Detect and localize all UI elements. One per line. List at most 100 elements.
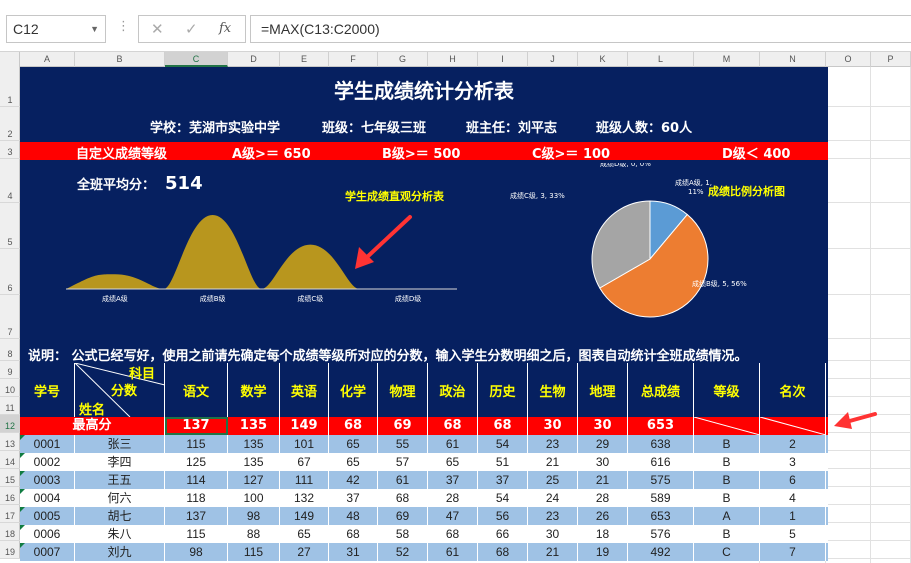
score-cell[interactable]: 65 — [329, 453, 378, 471]
score-cell[interactable]: 54 — [478, 435, 528, 453]
grade-c-threshold[interactable]: C级>＝ 100 — [532, 143, 610, 162]
rank-cell[interactable]: 1 — [760, 507, 826, 525]
select-all-corner[interactable] — [0, 52, 20, 67]
score-cell[interactable]: 67 — [280, 453, 329, 471]
row-header-16[interactable]: 16 — [0, 487, 20, 505]
score-cell[interactable]: 57 — [378, 453, 428, 471]
student-name-cell[interactable]: 朱八 — [75, 525, 165, 543]
score-cell[interactable]: 65 — [428, 453, 478, 471]
score-cell[interactable]: 21 — [528, 453, 578, 471]
row-header-15[interactable]: 15 — [0, 469, 20, 487]
score-cell[interactable]: 25 — [528, 471, 578, 489]
score-cell[interactable]: 27 — [280, 543, 329, 561]
score-cell[interactable]: 37 — [428, 471, 478, 489]
row-header-6[interactable]: 6 — [0, 249, 20, 295]
rank-cell[interactable]: 2 — [760, 435, 826, 453]
insert-function-icon[interactable]: fx — [219, 21, 231, 36]
score-cell[interactable]: 26 — [578, 507, 628, 525]
max-score-cell[interactable]: 30 — [578, 417, 628, 435]
score-cell[interactable]: 30 — [528, 525, 578, 543]
score-cell[interactable]: 19 — [578, 543, 628, 561]
score-cell[interactable]: 68 — [378, 489, 428, 507]
score-cell[interactable]: 101 — [280, 435, 329, 453]
header-subject-2[interactable]: 英语 — [280, 363, 329, 417]
score-cell[interactable]: 54 — [478, 489, 528, 507]
score-cell[interactable]: 111 — [280, 471, 329, 489]
row-header-13[interactable]: 13 — [0, 433, 20, 451]
column-header-i[interactable]: I — [478, 52, 528, 67]
column-header-g[interactable]: G — [378, 52, 428, 67]
header-student-id[interactable]: 学号 — [20, 363, 75, 417]
total-cell[interactable]: 616 — [628, 453, 694, 471]
student-id-cell[interactable]: 0006 — [20, 525, 75, 543]
column-header-c[interactable]: C — [165, 52, 228, 67]
student-id-cell[interactable]: 0002 — [20, 453, 75, 471]
row-header-14[interactable]: 14 — [0, 451, 20, 469]
header-subject-7[interactable]: 生物 — [528, 363, 578, 417]
max-score-cell[interactable]: 68 — [329, 417, 378, 435]
row-header-11[interactable]: 11 — [0, 397, 20, 415]
grade-cell[interactable]: C — [694, 543, 760, 561]
score-cell[interactable]: 137 — [165, 507, 228, 525]
score-cell[interactable]: 115 — [165, 525, 228, 543]
header-subject-0[interactable]: 语文 — [165, 363, 228, 417]
grade-cell[interactable]: B — [694, 471, 760, 489]
row-header-7[interactable]: 7 — [0, 295, 20, 339]
student-id-cell[interactable]: 0007 — [20, 543, 75, 561]
student-id-cell[interactable]: 0001 — [20, 435, 75, 453]
cancel-icon[interactable]: ✕ — [151, 20, 164, 38]
max-score-cell[interactable]: 135 — [228, 417, 280, 435]
student-name-cell[interactable]: 刘九 — [75, 543, 165, 561]
row-header-1[interactable]: 1 — [0, 67, 20, 107]
row-header-4[interactable]: 4 — [0, 159, 20, 203]
student-name-cell[interactable]: 李四 — [75, 453, 165, 471]
score-cell[interactable]: 118 — [165, 489, 228, 507]
score-cell[interactable]: 127 — [228, 471, 280, 489]
score-cell[interactable]: 115 — [228, 543, 280, 561]
rank-cell[interactable]: 7 — [760, 543, 826, 561]
score-cell[interactable]: 55 — [378, 435, 428, 453]
score-cell[interactable]: 88 — [228, 525, 280, 543]
score-cell[interactable]: 24 — [528, 489, 578, 507]
total-cell[interactable]: 653 — [628, 507, 694, 525]
total-cell[interactable]: 492 — [628, 543, 694, 561]
score-cell[interactable]: 65 — [280, 525, 329, 543]
score-cell[interactable]: 68 — [428, 525, 478, 543]
confirm-icon[interactable]: ✓ — [185, 20, 198, 38]
score-cell[interactable]: 42 — [329, 471, 378, 489]
formula-input[interactable]: =MAX(C13:C2000) — [250, 15, 911, 43]
score-cell[interactable]: 149 — [280, 507, 329, 525]
score-cell[interactable]: 30 — [578, 453, 628, 471]
chevron-down-icon[interactable]: ▼ — [90, 24, 99, 34]
score-cell[interactable]: 61 — [428, 543, 478, 561]
row-header-9[interactable]: 9 — [0, 361, 20, 379]
header-subject-9[interactable]: 总成绩 — [628, 363, 694, 417]
column-header-l[interactable]: L — [628, 52, 694, 67]
student-name-cell[interactable]: 张三 — [75, 435, 165, 453]
column-header-b[interactable]: B — [75, 52, 165, 67]
name-box[interactable]: C12 ▼ — [6, 15, 106, 43]
grade-d-threshold[interactable]: D级＜ 400 — [722, 143, 790, 162]
header-subject-10[interactable]: 等级 — [694, 363, 760, 417]
row-header-17[interactable]: 17 — [0, 505, 20, 523]
score-cell[interactable]: 21 — [528, 543, 578, 561]
header-diagonal-cell[interactable]: 科目 分数 姓名 — [75, 363, 165, 418]
cell-grid[interactable]: 学生成绩统计分析表 学校：芜湖市实验中学 班级：七年级三班 班主任：刘平志 班级… — [20, 67, 911, 563]
grade-cell[interactable]: B — [694, 489, 760, 507]
column-header-o[interactable]: O — [826, 52, 871, 67]
score-cell[interactable]: 135 — [228, 435, 280, 453]
score-cell[interactable]: 100 — [228, 489, 280, 507]
error-indicator-icon[interactable] — [20, 543, 25, 548]
rank-cell[interactable]: 5 — [760, 525, 826, 543]
total-cell[interactable]: 638 — [628, 435, 694, 453]
row-header-5[interactable]: 5 — [0, 203, 20, 249]
score-cell[interactable]: 31 — [329, 543, 378, 561]
header-subject-4[interactable]: 物理 — [378, 363, 428, 417]
score-cell[interactable]: 61 — [428, 435, 478, 453]
student-name-cell[interactable]: 胡七 — [75, 507, 165, 525]
student-id-cell[interactable]: 0004 — [20, 489, 75, 507]
score-cell[interactable]: 56 — [478, 507, 528, 525]
max-score-label[interactable]: 最高分 — [20, 417, 165, 435]
max-score-cell[interactable]: 69 — [378, 417, 428, 435]
header-subject-6[interactable]: 历史 — [478, 363, 528, 417]
